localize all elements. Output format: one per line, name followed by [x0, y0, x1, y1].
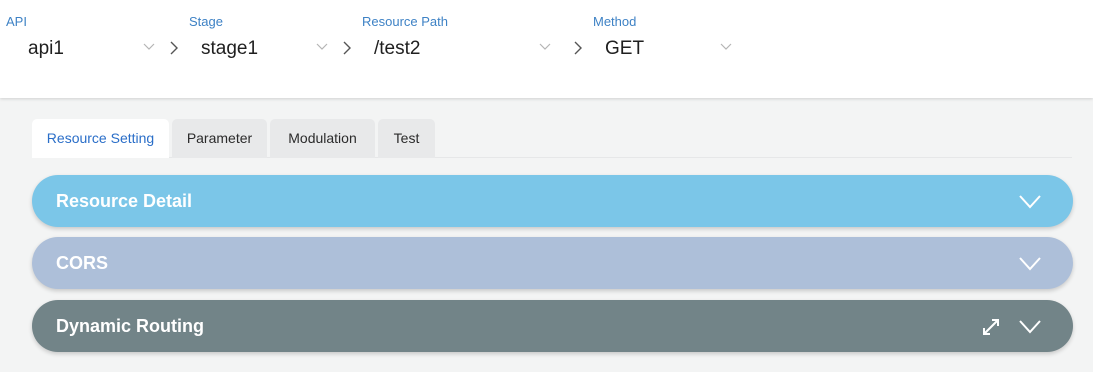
expand-icon[interactable] [981, 317, 1001, 337]
tab-resource-setting[interactable]: Resource Setting [32, 119, 169, 158]
cors-panel[interactable]: CORS [32, 237, 1073, 289]
stage-selector[interactable]: Stage stage1 [189, 0, 334, 70]
chevron-right-icon [170, 41, 178, 55]
stage-selector-label: Stage [189, 14, 223, 29]
method-selector[interactable]: Method GET [593, 0, 743, 70]
api-selector-label: API [6, 14, 27, 29]
chevron-down-icon[interactable] [143, 40, 155, 52]
chevron-down-icon[interactable] [1019, 257, 1041, 271]
method-selector-label: Method [593, 14, 637, 29]
dynamic-routing-panel[interactable]: Dynamic Routing [32, 300, 1073, 352]
resource-path-selector[interactable]: Resource Path /test2 [362, 0, 562, 70]
tab-modulation[interactable]: Modulation [270, 119, 375, 158]
tab-test[interactable]: Test [378, 119, 435, 158]
panel-title: Resource Detail [56, 191, 193, 211]
resource-path-selector-value: /test2 [374, 38, 421, 59]
tab-parameter[interactable]: Parameter [172, 119, 267, 158]
chevron-down-icon[interactable] [720, 40, 732, 52]
chevron-down-icon[interactable] [1019, 195, 1041, 209]
chevron-right-icon [574, 41, 582, 55]
api-selector-value: api1 [28, 38, 64, 59]
chevron-right-icon [343, 41, 351, 55]
resource-path-selector-label: Resource Path [362, 14, 448, 29]
resource-detail-panel[interactable]: Resource Detail [32, 175, 1073, 227]
chevron-down-icon[interactable] [316, 40, 328, 52]
panel-title: Dynamic Routing [56, 316, 205, 336]
chevron-down-icon[interactable] [1019, 320, 1041, 334]
api-selector[interactable]: API api1 [6, 0, 156, 70]
method-selector-value: GET [605, 38, 645, 59]
resource-selector-bar: API api1 Stage stage1 Resource Path /tes… [0, 0, 1093, 98]
chevron-down-icon[interactable] [539, 40, 551, 52]
panel-title: CORS [56, 253, 109, 273]
stage-selector-value: stage1 [201, 38, 259, 59]
